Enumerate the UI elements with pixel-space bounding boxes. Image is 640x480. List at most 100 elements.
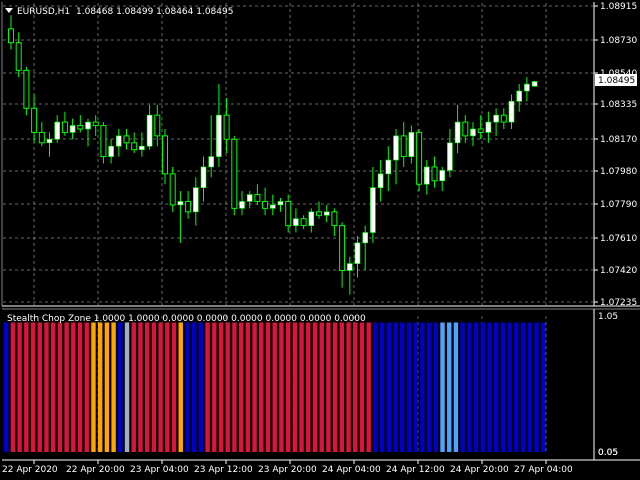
candle-body-up — [470, 128, 476, 137]
zone-bar — [232, 322, 237, 452]
time-tick-label: 24 Apr 04:00 — [322, 465, 381, 475]
indicator-axis: 1.050.050.05 — [598, 312, 618, 458]
candle-body-down — [23, 69, 30, 109]
chart-window[interactable]: 1.089151.087301.085401.083351.081701.079… — [0, 0, 640, 480]
indicator-scale-label: 1.05 — [598, 312, 618, 322]
price-tick-label: 1.08170 — [600, 135, 637, 145]
candle-body-up — [193, 187, 199, 213]
candle-body-down — [262, 200, 269, 209]
zone-bar — [77, 322, 83, 452]
candle-body-down — [154, 114, 161, 137]
candle-body-up — [116, 135, 122, 147]
candle-body-up — [370, 187, 376, 233]
price-tick-label: 1.07980 — [600, 167, 637, 177]
zone-bar — [91, 322, 96, 452]
zone-bar — [453, 322, 459, 452]
zone-bar — [131, 322, 136, 452]
candle-body-up — [346, 263, 353, 271]
candle-body-down — [77, 125, 84, 130]
zone-bar — [379, 322, 385, 452]
candle-body-down — [400, 135, 407, 158]
time-axis[interactable]: 22 Apr 2020 22 Apr 20:00 23 Apr 04:00 23 Ap… — [2, 460, 573, 475]
zone-bar — [353, 322, 358, 452]
zone-bar — [393, 322, 398, 452]
price-tick-label: 1.08335 — [600, 100, 637, 110]
candle-body-up — [323, 211, 330, 216]
candle-body-down — [162, 135, 168, 175]
candle-body-down — [169, 173, 176, 206]
candle-body-up — [269, 204, 276, 209]
candle-body-up — [393, 135, 399, 161]
zone-bar — [10, 322, 16, 452]
zone-bar — [225, 322, 230, 452]
zone-bar — [138, 322, 143, 452]
candle-body-down — [300, 218, 307, 227]
candle-body-up — [46, 139, 53, 144]
triangle-down-icon[interactable] — [5, 8, 13, 13]
zone-bar — [319, 322, 324, 452]
zone-bar — [480, 322, 485, 452]
candle-body-up — [454, 121, 461, 144]
candle-body-up — [85, 121, 91, 130]
zone-bar — [312, 322, 318, 452]
price-tick-label: 1.08915 — [600, 2, 637, 12]
zone-bar — [158, 322, 163, 452]
zone-bar — [97, 322, 103, 452]
time-tick-label: 23 Apr 20:00 — [258, 465, 317, 475]
candle-body-up — [362, 232, 369, 244]
candle-body-down — [231, 138, 238, 209]
zone-bar — [514, 322, 519, 452]
zone-bar — [299, 322, 304, 452]
zone-bar — [151, 322, 157, 452]
zone-bar — [527, 322, 532, 452]
candle-body-up — [493, 114, 499, 123]
candle-body-up — [293, 218, 299, 226]
zone-bar — [440, 322, 445, 452]
candle-body-up — [516, 90, 523, 102]
time-tick-label: 27 Apr 04:00 — [514, 465, 573, 475]
zone-bar — [44, 322, 49, 452]
candle-body-down — [462, 121, 469, 137]
zone-bar — [144, 322, 150, 452]
price-tick-label: 1.07610 — [600, 234, 637, 244]
candle-body-up — [447, 142, 453, 171]
candle-body-up — [423, 166, 430, 185]
chart-canvas[interactable]: 1.089151.087301.085401.083351.081701.079… — [0, 0, 640, 480]
zone-bar — [238, 322, 244, 452]
zone-bar — [259, 322, 264, 452]
candle-body-down — [431, 166, 438, 182]
zone-bar — [487, 322, 492, 452]
time-tick-label: 22 Apr 2020 — [2, 465, 58, 475]
zone-bar — [433, 322, 439, 452]
zone-bar — [118, 322, 123, 452]
current-price-label: 1.08495 — [598, 76, 635, 86]
zone-bar — [84, 322, 89, 452]
candle-body-down — [285, 200, 292, 227]
zone-bar — [520, 322, 526, 452]
indicator-header: Stealth Chop Zone 1.0000 1.0000 0.0000 0… — [7, 314, 366, 324]
candle-body-up — [54, 121, 61, 140]
candle-body-down — [61, 121, 68, 133]
zone-bar — [326, 322, 331, 452]
candle-body-up — [200, 166, 207, 188]
zone-bar — [507, 322, 512, 452]
candle-body-up — [146, 114, 153, 147]
zone-bar — [4, 322, 9, 452]
candle-body-up — [531, 81, 538, 87]
zone-bar — [292, 322, 298, 452]
price-axis[interactable]: 1.089151.087301.085401.083351.081701.079… — [594, 2, 637, 308]
zone-bar — [17, 322, 22, 452]
candle-body-down — [500, 114, 507, 123]
zone-bar — [71, 322, 76, 452]
time-tick-label: 24 Apr 12:00 — [386, 465, 445, 475]
zone-bar — [178, 322, 183, 452]
candle-body-down — [31, 107, 38, 133]
zone-bar — [467, 322, 472, 452]
zone-bar — [111, 322, 116, 452]
zone-bar — [191, 322, 197, 452]
zone-bar — [332, 322, 338, 452]
candle-body-up — [408, 132, 415, 157]
candle-body-down — [254, 194, 261, 202]
candles-layer — [8, 15, 538, 295]
zone-bar — [406, 322, 412, 452]
